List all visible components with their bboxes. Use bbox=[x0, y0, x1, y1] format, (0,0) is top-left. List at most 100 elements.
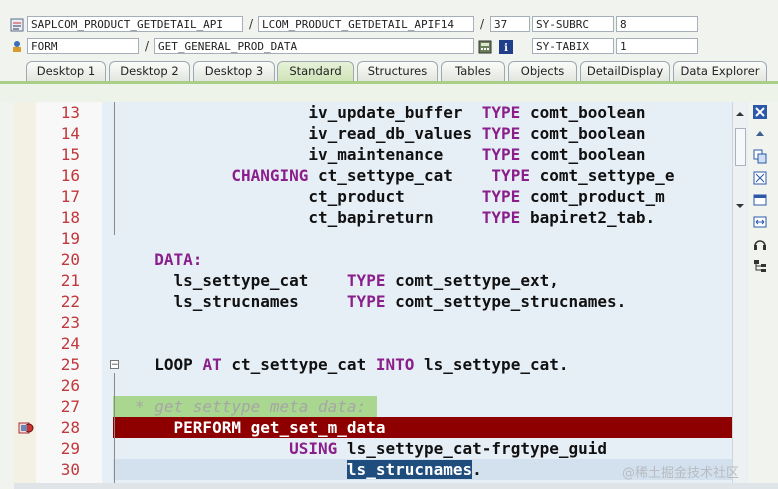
include-field[interactable]: LCOM_PRODUCT_GETDETAIL_APIF14 bbox=[258, 16, 474, 32]
code-token: LOOP bbox=[135, 355, 203, 374]
code-line[interactable]: ct_bapireturn TYPE bapiret2_tab. bbox=[135, 207, 655, 228]
code-line[interactable]: LOOP AT ct_settype_cat INTO ls_settype_c… bbox=[135, 354, 568, 375]
tab-structures[interactable]: Structures bbox=[357, 61, 438, 81]
headset-icon[interactable] bbox=[752, 236, 768, 252]
code-line[interactable]: iv_maintenance TYPE comt_boolean bbox=[135, 144, 645, 165]
form-icon bbox=[10, 38, 24, 52]
code-line[interactable]: DATA: bbox=[135, 249, 202, 270]
line-number: 26 bbox=[60, 376, 80, 395]
fullscreen-icon[interactable] bbox=[752, 170, 768, 186]
code-token: iv_update_buffer bbox=[308, 103, 482, 122]
code-line[interactable]: iv_read_db_values TYPE comt_boolean bbox=[135, 123, 645, 144]
code-token: ls_strucnames bbox=[135, 292, 347, 311]
keyword-token: TYPE bbox=[346, 271, 386, 290]
code-line[interactable]: USING ls_settype_cat-frgtype_guid bbox=[135, 438, 607, 459]
tab-data-explorer[interactable]: Data Explorer bbox=[673, 61, 767, 81]
scroll-thumb[interactable] bbox=[735, 128, 746, 166]
keyword-token: TYPE bbox=[481, 208, 521, 227]
calculator-icon[interactable] bbox=[478, 39, 492, 54]
line-number: 21 bbox=[60, 271, 80, 290]
sysvar1-name-field[interactable]: SY-SUBRC bbox=[532, 16, 614, 32]
keyword-token: TYPE bbox=[481, 187, 521, 206]
scroll-up-arrow-icon[interactable] bbox=[735, 104, 745, 116]
code-token: ct_settype_cat bbox=[221, 355, 376, 374]
block-guide bbox=[114, 373, 115, 483]
code-line[interactable]: ct_product TYPE comt_product_m bbox=[135, 186, 665, 207]
tab-desktop-2[interactable]: Desktop 2 bbox=[109, 61, 190, 81]
scroll-up-icon[interactable] bbox=[752, 126, 768, 142]
program-field[interactable]: SAPLCOM_PRODUCT_GETDETAIL_API bbox=[27, 16, 243, 32]
source-code-editor[interactable]: − 13 iv_update_buffer TYPE comt_boolean 1… bbox=[14, 102, 748, 483]
code-token: iv_read_db_values bbox=[308, 124, 482, 143]
keyword-token: INTO bbox=[375, 355, 415, 374]
code-token: ct_settype_cat bbox=[308, 166, 492, 185]
tab-tables[interactable]: Tables bbox=[441, 61, 505, 81]
line-number: 14 bbox=[60, 124, 80, 143]
separator: / bbox=[145, 39, 150, 53]
debugger-header: SAPLCOM_PRODUCT_GETDETAIL_API / LCOM_PRO… bbox=[0, 0, 778, 60]
sysvar2-name-field[interactable]: SY-TABIX bbox=[532, 38, 614, 54]
line-number: 15 bbox=[60, 145, 80, 164]
vertical-scrollbar[interactable] bbox=[732, 102, 747, 483]
code-token: iv_maintenance bbox=[308, 145, 482, 164]
window-icon[interactable] bbox=[752, 192, 768, 208]
tab-objects[interactable]: Objects bbox=[508, 61, 577, 81]
separator: / bbox=[480, 17, 485, 31]
editor-toolbar bbox=[749, 102, 778, 302]
horizontal-scrollbar[interactable] bbox=[14, 483, 778, 489]
line-number: 18 bbox=[60, 208, 80, 227]
tab-desktop-3[interactable]: Desktop 3 bbox=[193, 61, 275, 81]
tree-icon[interactable] bbox=[752, 258, 768, 274]
separator: / bbox=[249, 17, 254, 31]
code-token: comt_product_m bbox=[520, 187, 665, 206]
code-token: ls_settype_cat. bbox=[414, 355, 569, 374]
sysvar2-value-field[interactable]: 1 bbox=[616, 38, 698, 54]
width-icon[interactable] bbox=[752, 214, 768, 230]
line-number: 16 bbox=[60, 166, 80, 185]
code-token: . bbox=[472, 460, 482, 479]
scroll-page-down-icon[interactable] bbox=[735, 196, 745, 208]
code-line[interactable]: ls_strucnames TYPE comt_settype_strucnam… bbox=[135, 291, 627, 312]
keyword-token: TYPE bbox=[481, 124, 521, 143]
block-guide bbox=[114, 102, 115, 235]
info-icon[interactable]: i bbox=[499, 39, 513, 54]
keyword-token: TYPE bbox=[481, 103, 521, 122]
line-number: 19 bbox=[60, 229, 80, 248]
code-token: comt_boolean bbox=[520, 103, 646, 122]
code-line[interactable]: * get settype meta data: bbox=[135, 396, 366, 417]
event-type-field[interactable]: FORM bbox=[27, 38, 139, 54]
line-number: 22 bbox=[60, 292, 80, 311]
code-token: ls_settype_cat bbox=[135, 271, 347, 290]
line-field[interactable]: 37 bbox=[490, 16, 530, 32]
tab-standard[interactable]: Standard bbox=[277, 61, 354, 81]
copy-icon[interactable] bbox=[752, 148, 768, 164]
code-line[interactable]: PERFORM get_set_m_data bbox=[135, 417, 386, 438]
code-line[interactable]: iv_update_buffer TYPE comt_boolean bbox=[135, 102, 646, 123]
code-token: comt_settype_e bbox=[529, 166, 675, 185]
fold-toggle[interactable]: − bbox=[110, 360, 119, 370]
keyword-token: USING bbox=[289, 439, 338, 458]
keyword-token: CHANGING bbox=[231, 166, 309, 185]
line-number: 27 bbox=[60, 397, 80, 416]
close-icon[interactable] bbox=[752, 104, 768, 120]
tab-strip: Desktop 1 Desktop 2 Desktop 3 Standard S… bbox=[0, 60, 778, 82]
code-line[interactable]: ls_strucnames. bbox=[135, 459, 482, 480]
code-line[interactable]: CHANGING ct_settype_cat TYPE comt_settyp… bbox=[135, 165, 674, 186]
event-name-field[interactable]: GET_GENERAL_PROD_DATA bbox=[154, 38, 474, 54]
tab-detaildisplay[interactable]: DetailDisplay bbox=[580, 61, 670, 81]
sysvar1-value-field[interactable]: 8 bbox=[616, 16, 698, 32]
code-line[interactable]: ls_settype_cat TYPE comt_settype_ext, bbox=[135, 270, 559, 291]
code-token: comt_settype_ext, bbox=[385, 271, 559, 290]
code-token: comt_settype_strucnames. bbox=[385, 292, 627, 311]
program-icon bbox=[10, 17, 24, 32]
tab-desktop-1[interactable]: Desktop 1 bbox=[26, 61, 106, 81]
selected-token: ls_strucnames bbox=[346, 460, 473, 479]
keyword-token: AT bbox=[202, 355, 222, 374]
